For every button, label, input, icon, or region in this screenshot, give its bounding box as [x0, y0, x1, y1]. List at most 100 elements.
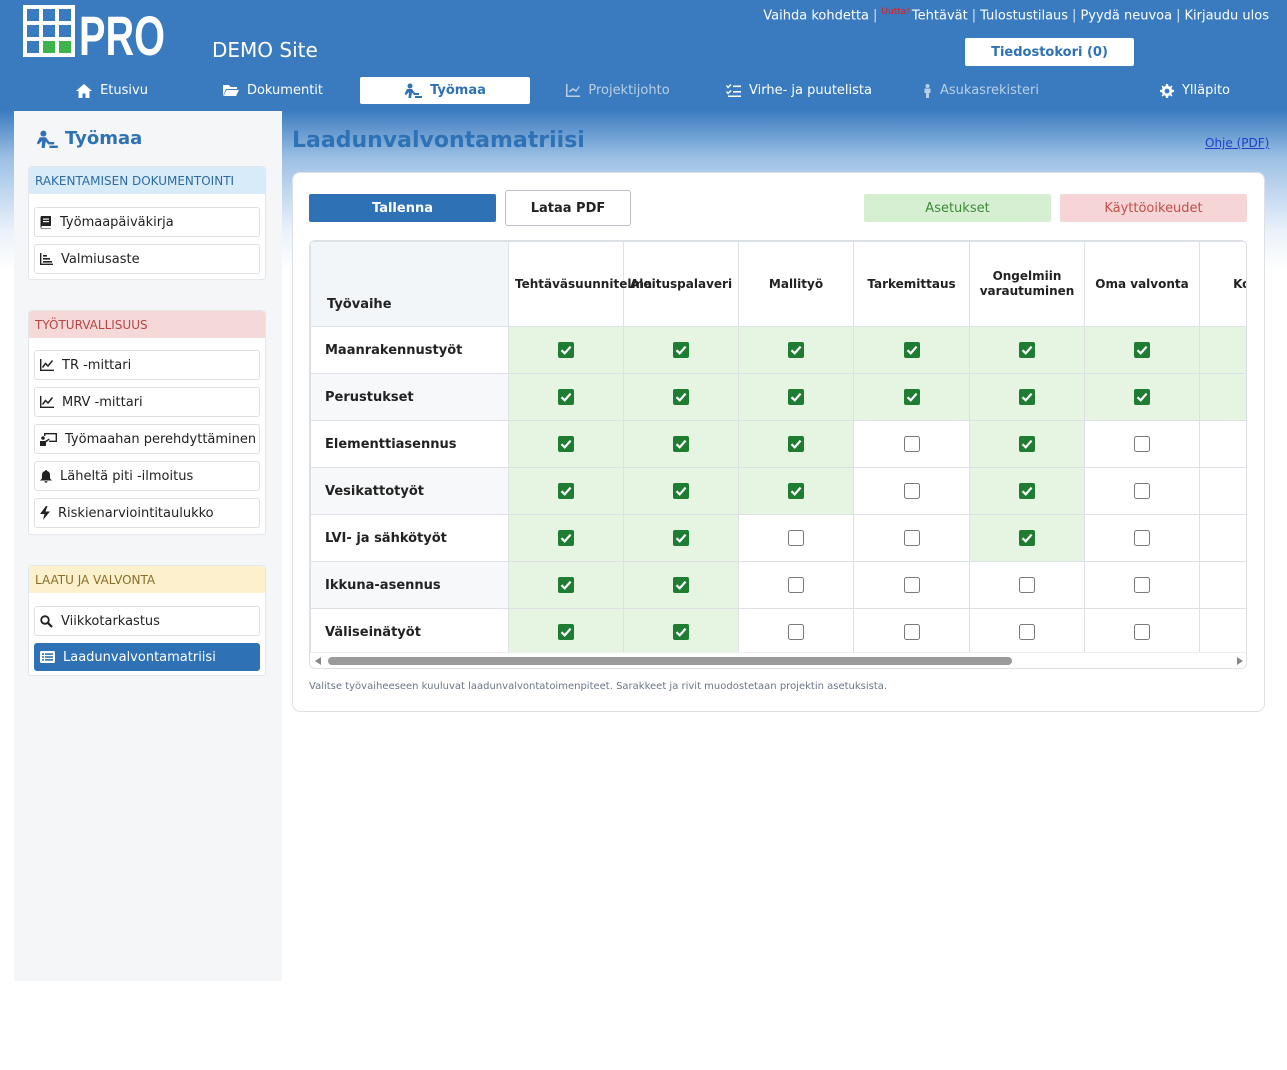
matrix-cell[interactable]	[969, 514, 1085, 562]
nav-tyomaa[interactable]: Työmaa	[360, 77, 530, 104]
checkbox-checked[interactable]	[1019, 483, 1035, 499]
checkbox-checked[interactable]	[673, 342, 689, 358]
checkbox-checked[interactable]	[788, 342, 804, 358]
matrix-cell[interactable]	[1084, 561, 1200, 609]
checkbox-unchecked[interactable]	[1134, 530, 1150, 546]
checkbox-checked[interactable]	[1019, 436, 1035, 452]
checkbox-checked[interactable]	[558, 483, 574, 499]
matrix-cell[interactable]	[853, 326, 970, 374]
matrix-cell[interactable]	[853, 467, 970, 515]
matrix-cell[interactable]	[623, 326, 739, 374]
matrix-cell[interactable]	[508, 467, 624, 515]
matrix-cell[interactable]	[738, 608, 854, 656]
matrix-cell[interactable]	[1084, 420, 1200, 468]
checkbox-unchecked[interactable]	[903, 624, 920, 640]
checkbox-checked[interactable]	[673, 389, 689, 405]
checkbox-checked[interactable]	[1019, 389, 1035, 405]
checkbox-checked[interactable]	[558, 577, 574, 593]
checkbox-checked[interactable]	[903, 342, 920, 358]
save-button[interactable]: Tallenna	[309, 194, 496, 222]
checkbox-checked[interactable]	[558, 624, 574, 640]
matrix-cell[interactable]	[508, 373, 624, 421]
checkbox-checked[interactable]	[558, 530, 574, 546]
matrix-cell[interactable]	[1084, 514, 1200, 562]
tasks-link[interactable]: Tehtävät	[912, 8, 968, 23]
matrix-cell[interactable]	[508, 561, 624, 609]
checkbox-unchecked[interactable]	[1019, 577, 1035, 593]
download-pdf-button[interactable]: Lataa PDF	[505, 190, 631, 226]
file-cart-button[interactable]: Tiedostokori (0)	[965, 38, 1134, 66]
matrix-cell[interactable]	[1084, 373, 1200, 421]
checkbox-checked[interactable]	[1134, 342, 1150, 358]
checkbox-unchecked[interactable]	[1019, 624, 1035, 640]
matrix-cell[interactable]	[853, 420, 970, 468]
scroll-right-arrow-icon[interactable]	[1237, 657, 1243, 665]
matrix-cell[interactable]	[508, 514, 624, 562]
sidebar-item-perehdyttaminen[interactable]: Työmaahan perehdyttäminen	[34, 424, 260, 454]
nav-dokumentit[interactable]: Dokumentit	[218, 77, 328, 104]
checkbox-unchecked[interactable]	[1134, 436, 1150, 452]
checkbox-checked[interactable]	[558, 389, 574, 405]
matrix-cell[interactable]	[969, 420, 1085, 468]
checkbox-unchecked[interactable]	[788, 530, 804, 546]
matrix-cell[interactable]	[969, 326, 1085, 374]
matrix-cell[interactable]	[508, 420, 624, 468]
sidebar-item-laadunvalvontamatriisi[interactable]: Laadunvalvontamatriisi	[34, 643, 260, 671]
matrix-cell[interactable]	[853, 608, 970, 656]
matrix-cell[interactable]	[969, 608, 1085, 656]
ask-advice-link[interactable]: Pyydä neuvoa	[1080, 8, 1172, 23]
checkbox-checked[interactable]	[903, 389, 920, 405]
checkbox-checked[interactable]	[1019, 530, 1035, 546]
matrix-scroll-container[interactable]: Työvaihe Tehtäväsuunnitelma Aloituspalav…	[309, 240, 1247, 669]
checkbox-checked[interactable]	[1019, 342, 1035, 358]
checkbox-checked[interactable]	[558, 436, 574, 452]
checkbox-unchecked[interactable]	[903, 530, 920, 546]
matrix-cell[interactable]	[623, 420, 739, 468]
matrix-cell[interactable]	[623, 514, 739, 562]
matrix-cell[interactable]	[1084, 326, 1200, 374]
checkbox-checked[interactable]	[673, 483, 689, 499]
nav-yllapito[interactable]: Ylläpito	[1155, 77, 1235, 104]
matrix-cell[interactable]	[738, 561, 854, 609]
logout-link[interactable]: Kirjaudu ulos	[1185, 8, 1270, 23]
matrix-cell[interactable]	[623, 467, 739, 515]
sidebar-item-tr-mittari[interactable]: TR -mittari	[34, 350, 260, 380]
matrix-cell[interactable]	[853, 561, 970, 609]
checkbox-unchecked[interactable]	[1134, 577, 1150, 593]
matrix-cell[interactable]	[623, 608, 739, 656]
matrix-cell[interactable]	[738, 467, 854, 515]
matrix-cell[interactable]	[623, 561, 739, 609]
horizontal-scrollbar[interactable]	[310, 652, 1246, 668]
matrix-cell[interactable]	[738, 373, 854, 421]
checkbox-unchecked[interactable]	[1134, 624, 1150, 640]
scroll-thumb[interactable]	[328, 657, 1012, 665]
checkbox-checked[interactable]	[673, 577, 689, 593]
matrix-cell[interactable]	[623, 373, 739, 421]
nav-projektijohto[interactable]: Projektijohto	[562, 77, 674, 104]
help-pdf-link[interactable]: Ohje (PDF)	[1205, 136, 1269, 150]
matrix-cell[interactable]	[738, 420, 854, 468]
checkbox-checked[interactable]	[673, 436, 689, 452]
checkbox-unchecked[interactable]	[903, 577, 920, 593]
matrix-cell[interactable]	[969, 561, 1085, 609]
checkbox-checked[interactable]	[788, 483, 804, 499]
sidebar-item-riskienarviointi[interactable]: Riskienarviointitaulukko	[34, 498, 260, 528]
settings-button[interactable]: Asetukset	[864, 194, 1051, 222]
checkbox-checked[interactable]	[558, 342, 574, 358]
nav-asukasrekisteri[interactable]: Asukasrekisteri	[920, 77, 1042, 104]
checkbox-unchecked[interactable]	[788, 577, 804, 593]
nav-virhe-ja-puutelista[interactable]: Virhe- ja puutelista	[724, 77, 874, 104]
checkbox-checked[interactable]	[788, 436, 804, 452]
matrix-cell[interactable]	[969, 373, 1085, 421]
matrix-cell[interactable]	[853, 373, 970, 421]
pro-logo[interactable]: PRO	[23, 5, 167, 59]
matrix-cell[interactable]	[508, 608, 624, 656]
matrix-cell[interactable]	[738, 326, 854, 374]
matrix-cell[interactable]	[853, 514, 970, 562]
sidebar-item-tyomaapaivakirja[interactable]: Työmaapäiväkirja	[34, 207, 260, 237]
matrix-cell[interactable]	[738, 514, 854, 562]
print-order-link[interactable]: Tulostustilaus	[980, 8, 1068, 23]
sidebar-item-valmiusaste[interactable]: Valmiusaste	[34, 244, 260, 274]
matrix-cell[interactable]	[1084, 467, 1200, 515]
matrix-cell[interactable]	[508, 326, 624, 374]
